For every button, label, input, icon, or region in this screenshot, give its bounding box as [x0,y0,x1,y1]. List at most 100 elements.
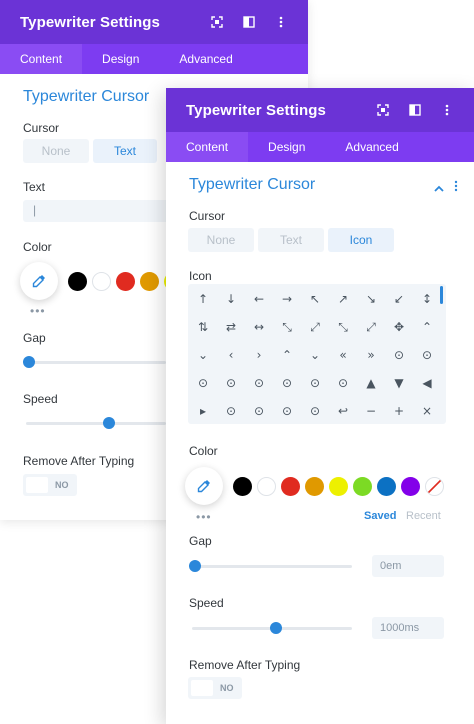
icon-option[interactable]: ⤡ [329,313,357,341]
icon-option[interactable]: ⤡ [273,313,301,341]
icon-option[interactable]: › [245,341,273,369]
panel-header: Typewriter Settings [166,88,474,132]
remove-after-typing-toggle[interactable]: NO [23,474,77,496]
tab-content[interactable]: Content [0,44,83,74]
text-label: Text [23,180,46,194]
remove-after-typing-toggle[interactable]: NO [188,677,242,699]
cursor-option-text[interactable]: Text [258,228,324,252]
focus-icon[interactable] [376,103,390,117]
swatch-yellow[interactable] [329,476,348,496]
focus-icon[interactable] [210,15,224,29]
icon-option[interactable]: ⊙ [301,369,329,397]
icon-option[interactable]: ⊙ [217,397,245,424]
tab-advanced[interactable]: Advanced [325,132,418,162]
icon-option[interactable]: ⊙ [245,369,273,397]
icon-option[interactable]: ⊙ [273,397,301,424]
cursor-option-text[interactable]: Text [93,139,157,163]
icon-option[interactable]: ↓ [217,285,245,313]
gap-slider-thumb[interactable] [189,560,201,572]
swatch-red[interactable] [281,476,300,496]
speed-slider-thumb[interactable] [103,417,115,429]
icon-option[interactable]: ↙ [385,285,413,313]
icon-option[interactable]: ← [245,285,273,313]
icon-option[interactable]: ↘ [357,285,385,313]
icon-option[interactable]: ▼ [385,369,413,397]
icon-option[interactable]: → [273,285,301,313]
icon-option[interactable]: ▲ [357,369,385,397]
icon-option[interactable]: ⌃ [273,341,301,369]
swatch-orange[interactable] [305,476,324,496]
icon-option[interactable]: ⊙ [385,341,413,369]
color-picker-button[interactable] [185,467,223,505]
cursor-label: Cursor [189,209,226,223]
icon-option[interactable]: ⊙ [245,397,273,424]
swatch-black[interactable] [233,476,252,496]
more-vertical-icon[interactable] [274,15,288,29]
icon-option[interactable]: ⤢ [301,313,329,341]
split-view-icon[interactable] [242,15,256,29]
swatch-blue[interactable] [377,476,396,496]
icon-option[interactable]: ▸ [189,397,217,424]
icon-option[interactable]: ⤢ [357,313,385,341]
speed-slider-thumb[interactable] [270,622,282,634]
icon-option[interactable]: ✥ [385,313,413,341]
tab-design[interactable]: Design [82,44,159,74]
tab-design[interactable]: Design [248,132,325,162]
icon-option[interactable]: « [329,341,357,369]
swatch-clear-icon[interactable] [425,476,444,496]
icon-option[interactable]: ↕ [413,285,441,313]
saved-colors-tab[interactable]: Saved [364,510,396,522]
icon-option[interactable]: ⊙ [301,397,329,424]
icon-option[interactable]: ↔ [245,313,273,341]
icon-option[interactable]: ⇅ [189,313,217,341]
icon-option[interactable]: ‹ [217,341,245,369]
gap-value-input[interactable]: 0em [372,555,444,577]
swatch-black[interactable] [68,271,87,291]
icon-option[interactable]: − [357,397,385,424]
gap-slider-track[interactable] [26,361,166,364]
icon-option[interactable]: ⊙ [189,369,217,397]
icon-option[interactable]: ↖ [301,285,329,313]
gap-slider-track[interactable] [192,565,352,568]
icon-option[interactable]: ↗ [329,285,357,313]
more-options-icon[interactable]: ••• [30,304,46,318]
cursor-option-none[interactable]: None [23,139,89,163]
speed-value-input[interactable]: 1000ms [372,617,444,639]
cursor-text-input[interactable]: | [23,200,173,222]
swatch-orange[interactable] [140,271,159,291]
icon-option[interactable]: ⊙ [329,369,357,397]
icon-option[interactable]: ⊙ [273,369,301,397]
more-options-icon[interactable]: ••• [196,510,212,524]
icon-option[interactable]: ◀ [413,369,441,397]
swatch-purple[interactable] [401,476,420,496]
color-picker-button[interactable] [20,262,58,300]
gap-slider-thumb[interactable] [23,356,35,368]
tab-content[interactable]: Content [166,132,249,162]
speed-slider-track[interactable] [26,422,166,425]
cursor-option-none[interactable]: None [188,228,254,252]
swatch-red[interactable] [116,271,135,291]
more-vertical-icon[interactable] [440,103,454,117]
recent-colors-tab[interactable]: Recent [406,510,441,522]
icon-option[interactable]: ⌄ [301,341,329,369]
icon-option[interactable]: × [413,397,441,424]
icon-option[interactable]: ⌄ [189,341,217,369]
icon-option[interactable]: ↩ [329,397,357,424]
section-title[interactable]: Typewriter Cursor [0,88,172,106]
swatch-green[interactable] [353,476,372,496]
tab-advanced[interactable]: Advanced [159,44,252,74]
swatch-white[interactable] [257,476,276,496]
split-view-icon[interactable] [408,103,422,117]
icon-option[interactable]: ⊙ [217,369,245,397]
swatch-white[interactable] [92,271,111,291]
chevron-up-icon[interactable] [434,180,444,198]
icon-option[interactable]: ⊙ [413,341,441,369]
icon-option[interactable]: » [357,341,385,369]
icon-option[interactable]: ⇄ [217,313,245,341]
icon-option[interactable]: + [385,397,413,424]
icon-option[interactable]: ↑ [189,285,217,313]
section-title[interactable]: Typewriter Cursor [166,176,338,194]
cursor-option-icon[interactable]: Icon [328,228,394,252]
section-menu-icon[interactable] [454,179,458,197]
icon-option[interactable]: ⌃ [413,313,441,341]
